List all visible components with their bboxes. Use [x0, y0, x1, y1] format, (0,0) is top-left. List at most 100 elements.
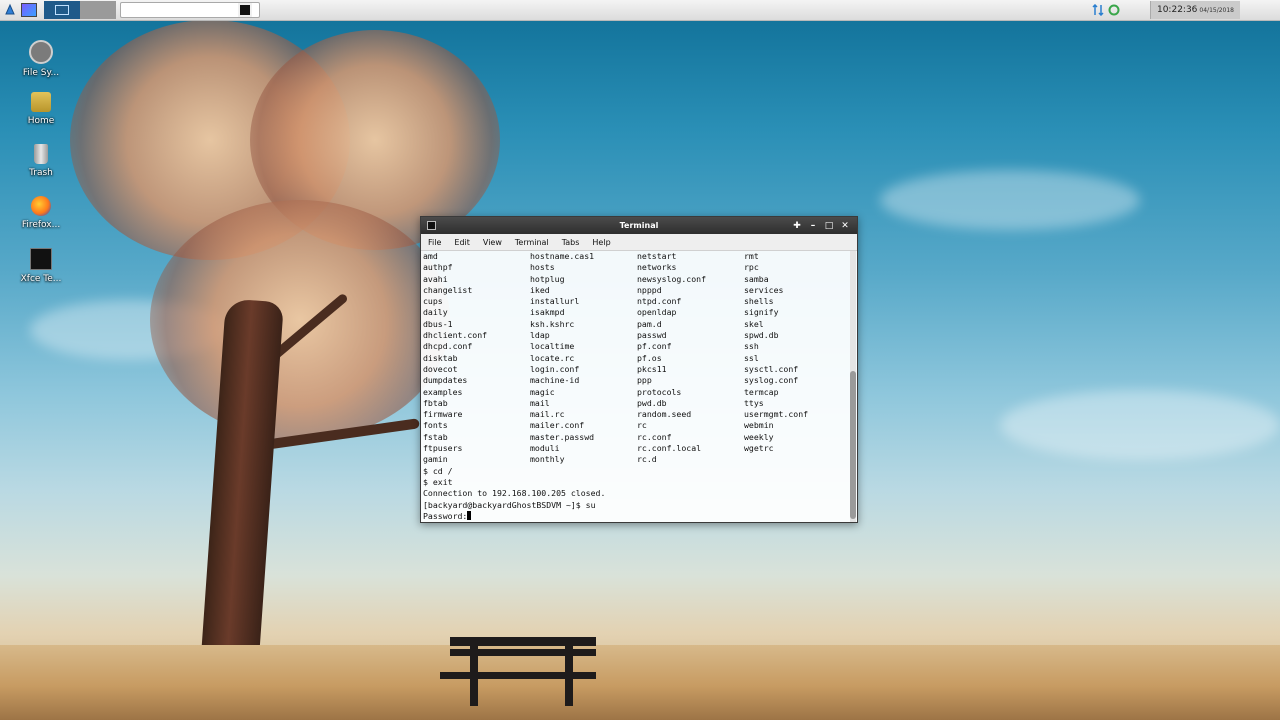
listing-entry: rmt: [744, 251, 759, 261]
listing-entry: ssl: [744, 352, 759, 363]
desktop-icon-terminal[interactable]: Xfce Te...: [8, 248, 74, 284]
listing-entry: [744, 454, 850, 465]
listing-entry: mail.rc: [530, 409, 565, 420]
listing-entry: gamin: [423, 454, 448, 465]
listing-entry: sysctl.conf: [744, 363, 799, 374]
menu-terminal[interactable]: Terminal: [508, 238, 555, 247]
xfce-logo-icon: [5, 3, 15, 15]
desktop-icon-label: Firefox...: [21, 220, 61, 230]
listing-entry: hotplug: [530, 273, 565, 284]
workspace-1[interactable]: [44, 1, 80, 19]
listing-entry: weekly: [744, 431, 774, 442]
listing-entry: skel: [744, 318, 764, 329]
listing-entry: master.passwd: [530, 431, 595, 442]
listing-entry: ssh: [744, 341, 759, 352]
listing-entry: samba: [744, 273, 769, 284]
listing-entry: examples: [423, 386, 463, 397]
listing-entry: rc: [637, 420, 647, 431]
update-icon[interactable]: [1108, 4, 1120, 16]
desktop-icon: [21, 3, 37, 17]
menu-edit[interactable]: Edit: [447, 238, 476, 247]
filesystem-icon: [29, 40, 53, 64]
terminal-task-icon[interactable]: [238, 3, 252, 17]
listing-entry: monthly: [530, 454, 565, 465]
bench-leg: [565, 646, 573, 706]
listing-entry: login.conf: [530, 363, 580, 374]
window-titlebar[interactable]: Terminal ✚ – □ ✕: [421, 217, 857, 234]
listing-entry: moduli: [530, 443, 560, 454]
listing-entry: protocols: [637, 386, 682, 397]
desktop-icon-home[interactable]: Home: [8, 92, 74, 126]
firefox-icon: [31, 196, 51, 216]
terminal-app-icon[interactable]: [427, 221, 436, 230]
listing-entry: pam.d: [637, 318, 662, 329]
output-line: $ cd /: [423, 465, 453, 476]
menu-file[interactable]: File: [421, 238, 447, 247]
show-desktop-button[interactable]: [20, 1, 38, 19]
listing-entry: rpc: [744, 262, 759, 273]
listing-column: hostname.cas1 hosts hotplug iked installurl i…: [530, 251, 636, 466]
listing-entry: dumpdates: [423, 375, 468, 386]
top-panel: 10:22:36 04/15/2018: [0, 0, 1280, 21]
listing-entry: rc.d: [637, 454, 657, 465]
menu-help[interactable]: Help: [585, 238, 616, 247]
listing-entry: webmin: [744, 420, 774, 431]
listing-entry: daily: [423, 307, 448, 318]
password-prompt-line[interactable]: Password:: [423, 510, 605, 522]
clock-date: 04/15/2018: [1199, 6, 1234, 14]
listing-entry: ttys: [744, 397, 764, 408]
terminal-window[interactable]: Terminal ✚ – □ ✕ File Edit View Terminal…: [420, 216, 858, 523]
listing-entry: fbtab: [423, 397, 448, 408]
listing-entry: installurl: [530, 296, 580, 307]
cloud: [880, 170, 1140, 230]
bench: [450, 637, 596, 646]
listing-entry: firmware: [423, 409, 463, 420]
pin-icon[interactable]: ✚: [789, 221, 805, 231]
scrollbar[interactable]: [850, 251, 856, 522]
desktop-icon-firefox[interactable]: Firefox...: [8, 196, 74, 230]
workspace-2[interactable]: [80, 1, 116, 19]
listing-column: netstart networks newsyslog.conf npppd ntpd.…: [637, 251, 743, 466]
listing-entry: dbus-1: [423, 318, 453, 329]
listing-entry: hosts: [530, 262, 555, 273]
system-tray: 10:22:36 04/15/2018: [1092, 0, 1280, 20]
listing-entry: disktab: [423, 352, 458, 363]
output-line: Connection to 192.168.100.205 closed.: [423, 488, 606, 499]
password-prompt: Password:: [423, 510, 468, 521]
listing-entry: pf.conf: [637, 341, 672, 352]
minimize-icon[interactable]: –: [805, 221, 821, 231]
scrollbar-thumb[interactable]: [850, 371, 856, 519]
listing-entry: isakmpd: [530, 307, 565, 318]
clock-time: 10:22:36: [1156, 5, 1198, 15]
clock[interactable]: 10:22:36 04/15/2018: [1149, 1, 1240, 19]
listing-entry: mailer.conf: [530, 420, 585, 431]
listing-entry: authpf: [423, 262, 453, 273]
listing-entry: dhcpd.conf: [423, 341, 473, 352]
listing-column: amd authpf avahi changelist cups daily dbus-1 d…: [423, 251, 529, 466]
desktop-icon-label: Xfce Te...: [20, 274, 62, 284]
network-icon[interactable]: [1092, 4, 1104, 16]
terminal-output[interactable]: amd authpf avahi changelist cups daily dbus-1 d…: [421, 251, 857, 522]
close-icon[interactable]: ✕: [837, 221, 853, 231]
applications-menu-button[interactable]: [2, 1, 18, 19]
listing-entry: rc.conf.local: [637, 443, 702, 454]
text-cursor: [467, 510, 472, 520]
listing-entry: dhclient.conf: [423, 330, 488, 341]
desktop-icon-trash[interactable]: Trash: [8, 144, 74, 178]
window-title: Terminal: [619, 221, 659, 230]
listing-entry: rc.conf: [637, 431, 672, 442]
home-folder-icon: [31, 92, 51, 112]
desktop-icon-label: File Sy...: [22, 68, 60, 78]
menu-tabs[interactable]: Tabs: [555, 238, 586, 247]
listing-entry: openldap: [637, 307, 677, 318]
desktop-icon-filesystem[interactable]: File Sy...: [8, 40, 74, 78]
listing-entry: signify: [744, 307, 779, 318]
maximize-icon[interactable]: □: [821, 221, 837, 231]
listing-entry: ppp: [637, 375, 652, 386]
listing-entry: localtime: [530, 341, 575, 352]
listing-entry: magic: [530, 386, 555, 397]
listing-entry: mail: [530, 397, 550, 408]
ground: [0, 645, 1280, 720]
listing-entry: random.seed: [637, 409, 692, 420]
menu-view[interactable]: View: [476, 238, 508, 247]
